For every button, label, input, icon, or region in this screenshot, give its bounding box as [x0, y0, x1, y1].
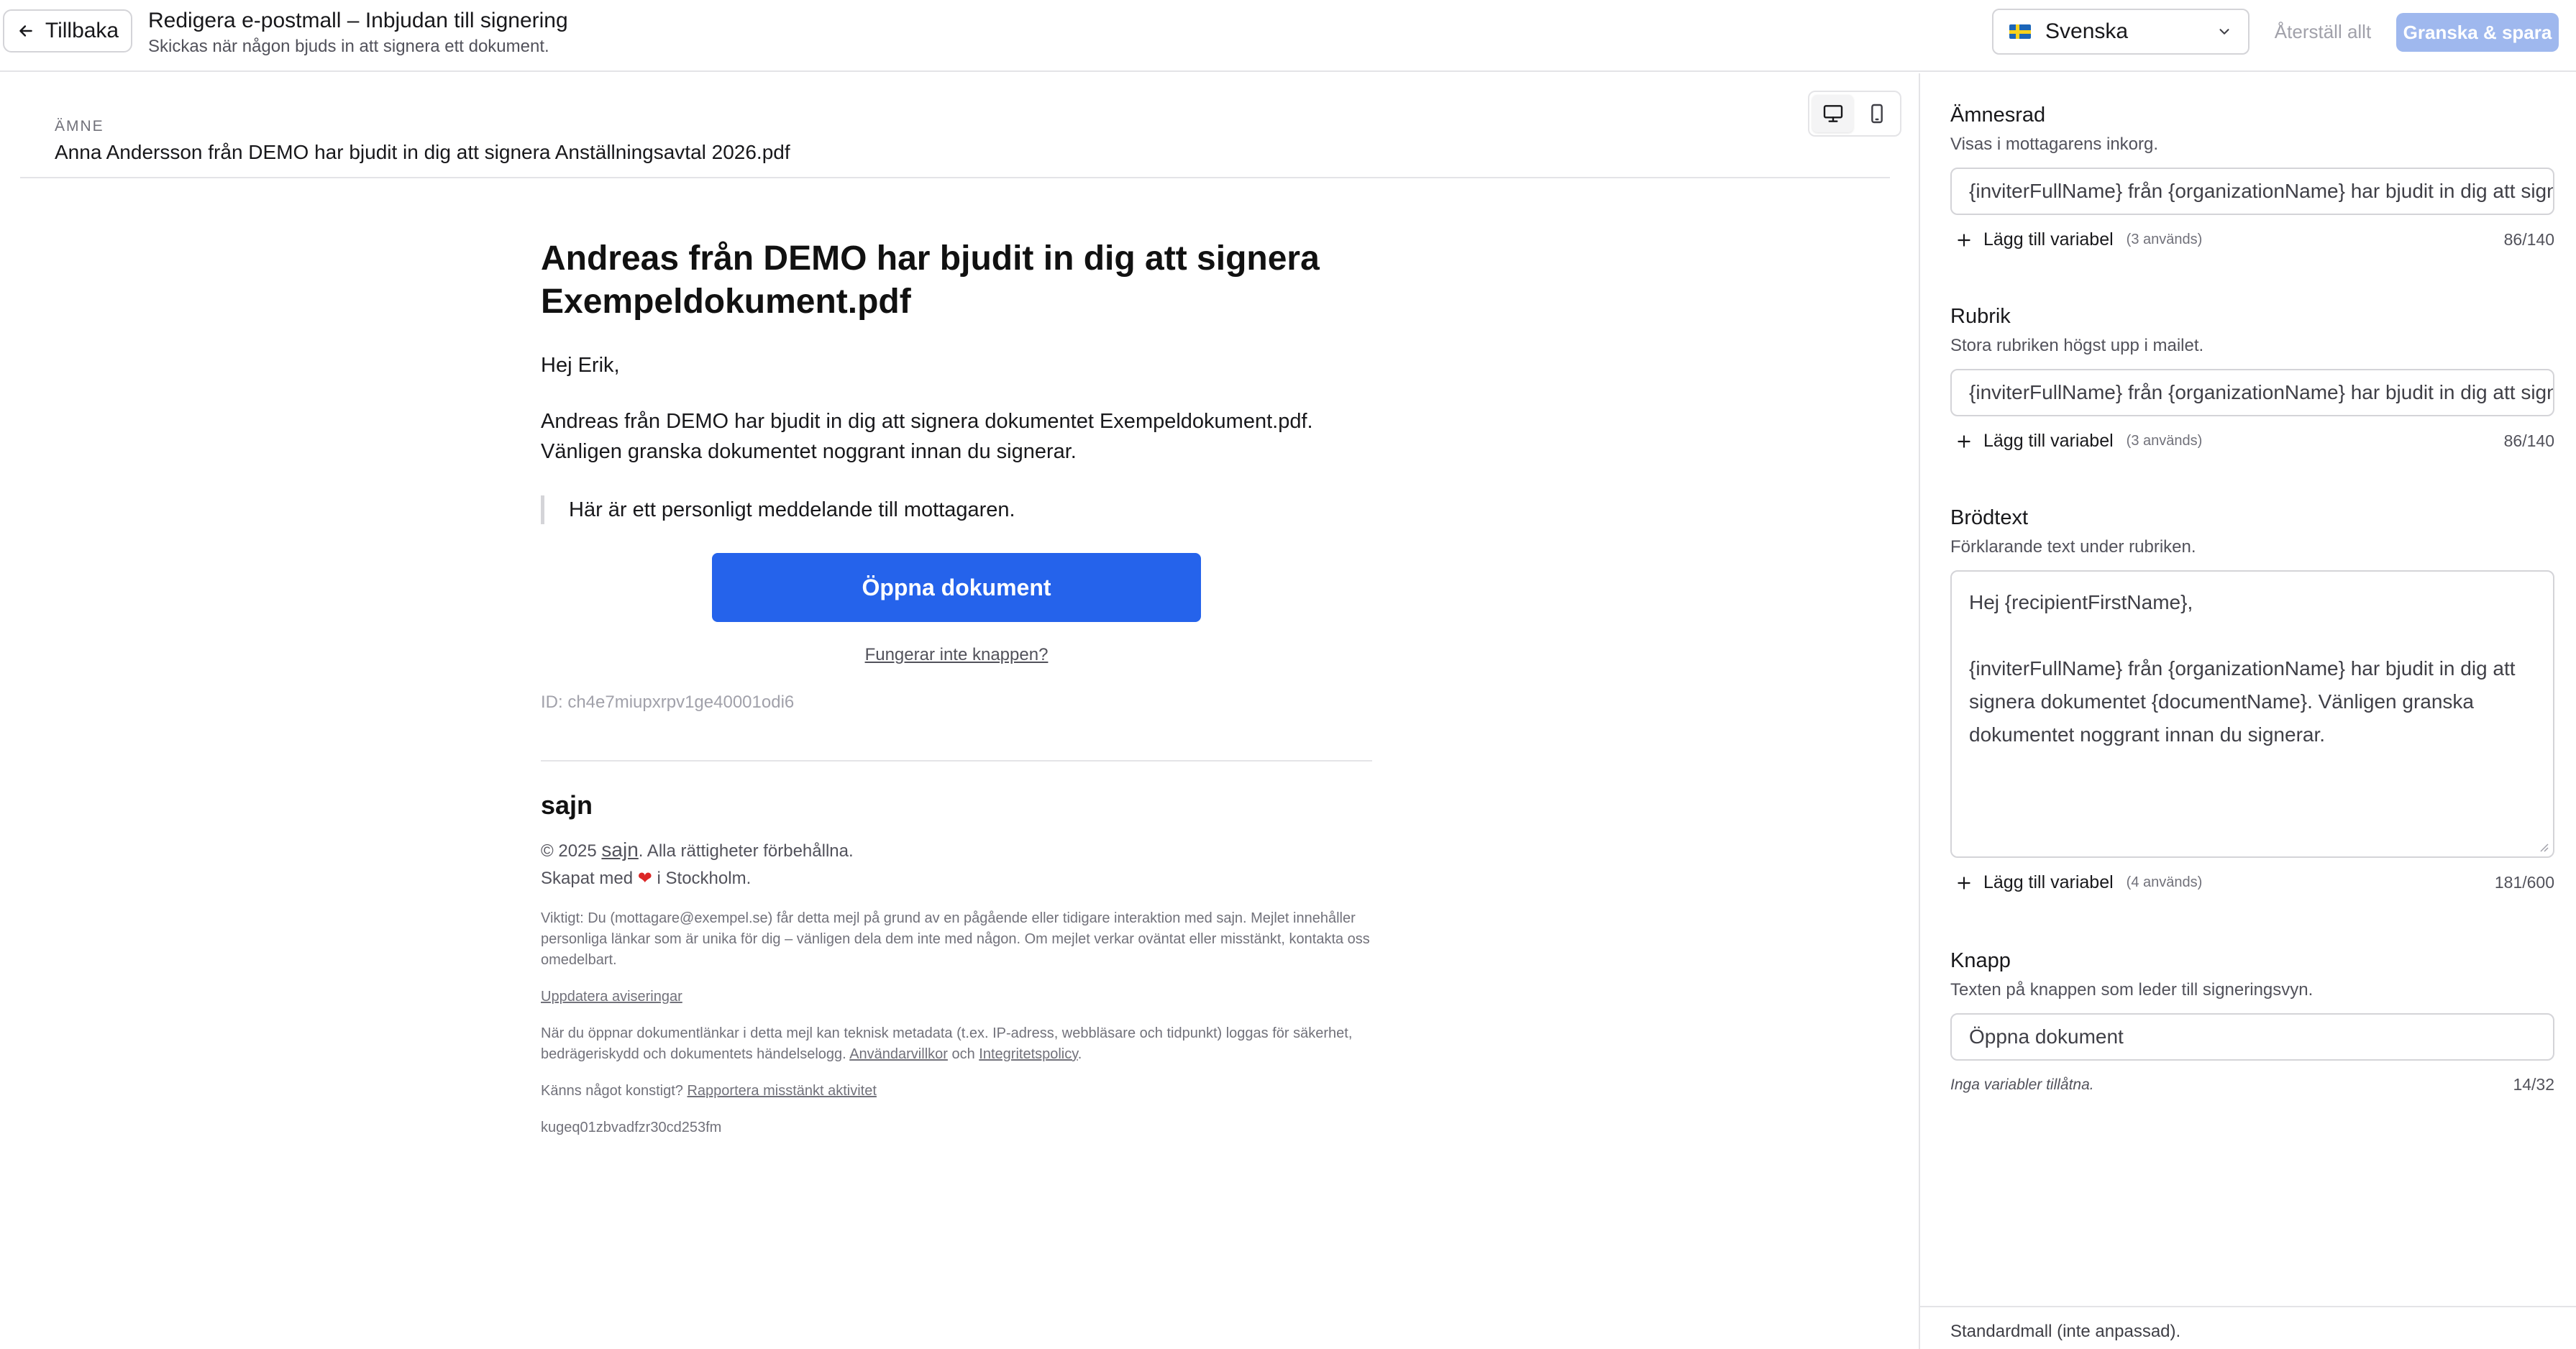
- page-subtitle: Skickas när någon bjuds in att signera e…: [148, 37, 549, 56]
- page-title: Redigera e-postmall – Inbjudan till sign…: [148, 9, 568, 32]
- subject-value: Anna Andersson från DEMO har bjudit in d…: [55, 141, 790, 163]
- subject-field: Ämnesrad Visas i mottagarens inkorg. {in…: [1950, 104, 2554, 250]
- heading-field-footer: Lägg till variabel (3 används) 86/140: [1950, 431, 2554, 452]
- brand-link[interactable]: sajn: [601, 838, 638, 861]
- subject-field-help: Visas i mottagarens inkorg.: [1950, 134, 2159, 154]
- plus-icon: [1958, 876, 1970, 890]
- button-char-counter: 14/32: [2513, 1075, 2554, 1094]
- email-heading: Andreas från DEMO har bjudit in dig att …: [541, 239, 1320, 321]
- back-button-label: Tillbaka: [45, 19, 119, 42]
- no-variables-note: Inga variabler tillåtna.: [1950, 1076, 2094, 1093]
- heading-add-variable-button[interactable]: Lägg till variabel: [1950, 431, 2114, 452]
- subject-label: ÄMNE: [55, 118, 104, 134]
- terms-link[interactable]: Användarvillkor: [849, 1046, 948, 1062]
- subject-field-footer: Lägg till variabel (3 används) 86/140: [1950, 229, 2554, 250]
- body-blank-line: [1969, 619, 2536, 652]
- report-link[interactable]: Rapportera misstänkt aktivitet: [687, 1083, 876, 1099]
- chevron-down-icon: [2219, 29, 2229, 35]
- desktop-view-button[interactable]: [1812, 95, 1853, 132]
- body-line-2: {inviterFullName} från {organizationName…: [1969, 657, 2516, 746]
- email-preview: ÄMNE Anna Andersson från DEMO har bjudit…: [0, 73, 1919, 1349]
- report-row: Känns något konstigt? Rapportera misstän…: [541, 1081, 1372, 1102]
- body-add-variable-button[interactable]: Lägg till variabel: [1950, 872, 2114, 893]
- device-toggle: [1808, 91, 1901, 137]
- plus-icon: [1958, 434, 1970, 448]
- copyright-line: © 2025 sajn. Alla rättigheter förbehålln…: [541, 836, 1372, 865]
- editor-panel: Ämnesrad Visas i mottagarens inkorg. {in…: [1919, 73, 2576, 1349]
- and-word: och: [951, 1046, 975, 1062]
- body-field-label: Brödtext: [1950, 506, 2028, 529]
- subject-divider: [20, 177, 1890, 178]
- email-content: Andreas från DEMO har bjudit in dig att …: [541, 237, 1372, 1138]
- cta-wrapper: Öppna dokument: [541, 553, 1372, 622]
- arrow-left-icon: [19, 25, 32, 37]
- plus-icon: [1958, 233, 1970, 247]
- template-status: Standardmall (inte anpassad).: [1920, 1306, 2576, 1349]
- reset-all-button[interactable]: Återställ allt: [2265, 10, 2380, 53]
- button-field-help: Texten på knappen som leder till signeri…: [1950, 980, 2314, 1000]
- button-text-input[interactable]: Öppna dokument: [1950, 1013, 2554, 1061]
- heading-char-counter: 86/140: [2503, 431, 2554, 450]
- personal-message-quote: Här är ett personligt meddelande till mo…: [541, 495, 1372, 524]
- tracking-id: kugeq01zbvadfzr30cd253fm: [541, 1120, 722, 1135]
- legal-notice: Viktigt: Du (mottagare@exempel.se) får d…: [541, 910, 1370, 968]
- email-footer-divider: [541, 760, 1372, 762]
- body-line-1: Hej {recipientFirstName},: [1969, 591, 2193, 613]
- update-notifications-link[interactable]: Uppdatera aviseringar: [541, 989, 682, 1005]
- body-field: Brödtext Förklarande text under rubriken…: [1950, 506, 2554, 893]
- update-notifications-row: Uppdatera aviseringar: [541, 987, 1372, 1007]
- subject-field-label: Ämnesrad: [1950, 104, 2046, 127]
- monitor-icon: [1823, 105, 1842, 122]
- made-in-line: Skapat med ❤ i Stockholm.: [541, 865, 1372, 892]
- mobile-view-button[interactable]: [1856, 95, 1897, 132]
- suspicious-prefix: Känns något konstigt?: [541, 1083, 683, 1099]
- copyright-prefix: © 2025: [541, 841, 597, 861]
- heading-input[interactable]: {inviterFullName} från {organizationName…: [1950, 369, 2554, 416]
- button-fallback-link[interactable]: Fungerar inte knappen?: [541, 645, 1372, 665]
- body-char-counter: 181/600: [2494, 873, 2554, 892]
- heart-icon: ❤: [637, 869, 652, 888]
- email-id: ID: ch4e7miupxrpv1ge40001odi6: [541, 692, 795, 712]
- body-textarea[interactable]: Hej {recipientFirstName}, {inviterFullNa…: [1950, 570, 2554, 858]
- back-button[interactable]: Tillbaka: [3, 9, 132, 52]
- smartphone-icon: [1871, 104, 1883, 124]
- button-field: Knapp Texten på knappen som leder till s…: [1950, 949, 2554, 1094]
- heading-field-label: Rubrik: [1950, 305, 2011, 328]
- subject-preview: ÄMNE Anna Andersson från DEMO har bjudit…: [55, 118, 790, 164]
- subject-char-counter: 86/140: [2503, 230, 2554, 249]
- body-field-help: Förklarande text under rubriken.: [1950, 537, 2196, 557]
- review-save-button[interactable]: Granska & spara: [2396, 13, 2559, 52]
- open-document-button[interactable]: Öppna dokument: [712, 553, 1201, 622]
- sweden-flag-icon: [2009, 24, 2031, 39]
- email-body: Andreas från DEMO har bjudit in dig att …: [541, 410, 1313, 463]
- heading-variable-usage: (3 används): [2126, 433, 2203, 449]
- metadata-notice: När du öppnar dokumentlänkar i detta mej…: [541, 1025, 1353, 1062]
- email-template-editor: Tillbaka Redigera e-postmall – Inbjudan …: [0, 0, 2576, 1349]
- language-select[interactable]: Svenska: [1992, 9, 2250, 55]
- body-variable-usage: (4 används): [2126, 874, 2203, 890]
- resize-handle-icon[interactable]: [2537, 841, 2549, 852]
- subject-input[interactable]: {inviterFullName} från {organizationName…: [1950, 168, 2554, 215]
- heading-add-variable-label: Lägg till variabel: [1983, 431, 2114, 451]
- top-bar: Tillbaka Redigera e-postmall – Inbjudan …: [0, 0, 2576, 72]
- made-in-prefix: Skapat med: [541, 869, 634, 888]
- heading-field: Rubrik Stora rubriken högst upp i mailet…: [1950, 305, 2554, 452]
- made-in-suffix: i Stockholm.: [657, 869, 752, 888]
- brand-logo: sajn: [541, 790, 593, 820]
- button-field-footer: Inga variabler tillåtna. 14/32: [1950, 1075, 2554, 1094]
- title-block: Redigera e-postmall – Inbjudan till sign…: [148, 7, 568, 59]
- email-greeting: Hej Erik,: [541, 354, 620, 377]
- subject-add-variable-button[interactable]: Lägg till variabel: [1950, 229, 2114, 250]
- language-value: Svenska: [2045, 19, 2129, 43]
- button-field-label: Knapp: [1950, 949, 2011, 972]
- heading-field-help: Stora rubriken högst upp i mailet.: [1950, 336, 2204, 355]
- body-field-footer: Lägg till variabel (4 används) 181/600: [1950, 872, 2554, 893]
- subject-add-variable-label: Lägg till variabel: [1983, 229, 2114, 250]
- privacy-link[interactable]: Integritetspolicy: [979, 1046, 1077, 1062]
- body-add-variable-label: Lägg till variabel: [1983, 872, 2114, 892]
- subject-variable-usage: (3 används): [2126, 232, 2203, 247]
- copyright-suffix: . Alla rättigheter förbehållna.: [638, 841, 854, 861]
